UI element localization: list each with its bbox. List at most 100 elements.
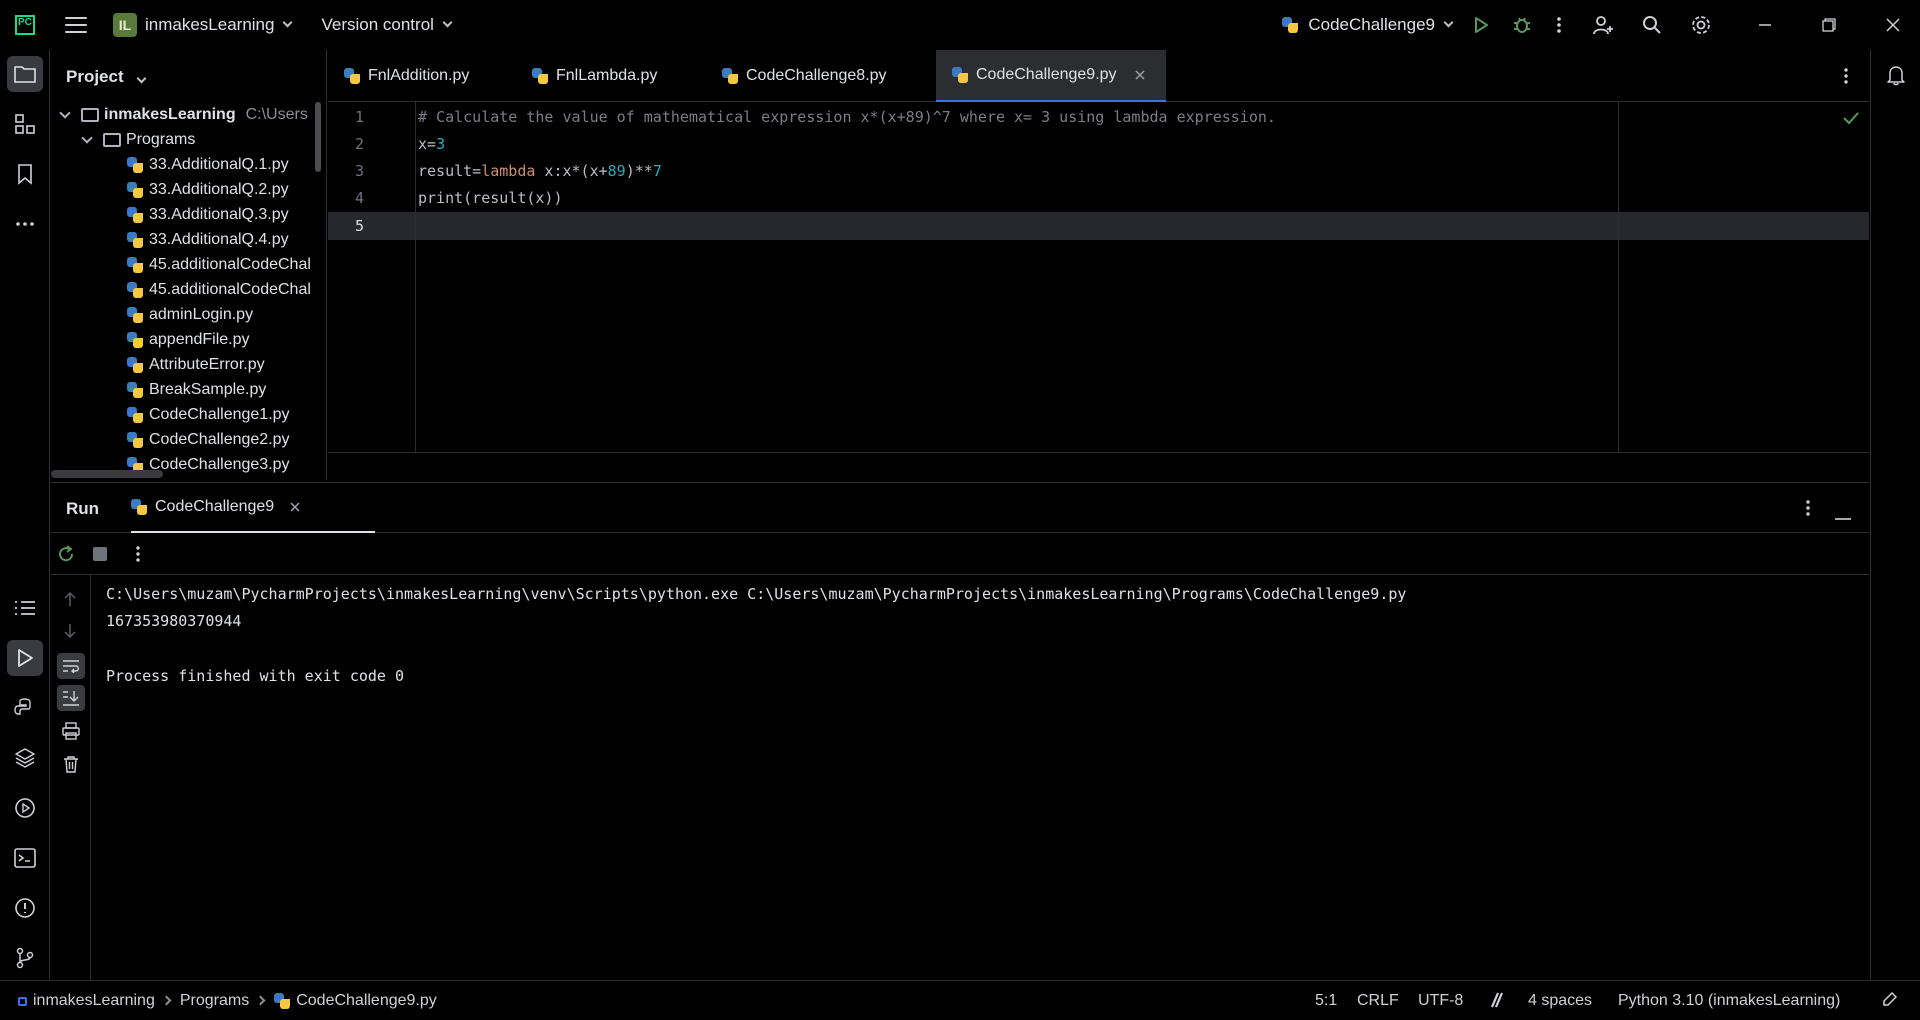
tree-file-item[interactable]: appendFile.py <box>127 328 250 352</box>
editor-tabs: FnlAddition.py FnlLambda.py CodeChalleng… <box>328 50 1869 102</box>
code-comment: # Calculate the value of mathematical ex… <box>418 108 1276 126</box>
tabs-more-button[interactable] <box>1843 67 1849 90</box>
rerun-button[interactable] <box>57 545 75 568</box>
breadcrumb-folder[interactable]: Programs <box>180 992 249 1010</box>
tree-folder-programs[interactable]: Programs <box>81 128 195 152</box>
root-folder-name: inmakesLearning <box>104 106 236 123</box>
tree-file-item[interactable]: CodeChallenge1.py <box>127 403 290 427</box>
run-button[interactable] <box>1472 0 1490 50</box>
right-tool-strip <box>1870 50 1920 980</box>
code-editor[interactable]: 1 2 3 4 5 # Calculate the value of mathe… <box>328 102 1869 482</box>
close-window-button[interactable] <box>1886 0 1900 50</box>
run-icon <box>18 649 33 667</box>
bookmarks-tool-button[interactable] <box>7 156 43 192</box>
breadcrumb-project[interactable]: inmakesLearning <box>33 992 155 1010</box>
project-tool-button[interactable] <box>7 56 43 92</box>
module-icon <box>18 996 27 1006</box>
run-tab-codechallenge9[interactable]: CodeChallenge9 <box>131 483 375 533</box>
minimize-icon <box>1759 24 1771 26</box>
code-with-me-button[interactable] <box>1592 0 1614 50</box>
tree-vertical-scrollbar[interactable] <box>315 102 321 172</box>
code-keyword: lambda <box>481 162 536 180</box>
tree-horizontal-scrollbar[interactable] <box>51 470 163 478</box>
tree-file-label: 33.AdditionalQ.2.py <box>149 181 289 198</box>
scroll-to-end-button[interactable] <box>57 685 85 711</box>
tree-file-item[interactable]: 33.AdditionalQ.4.py <box>127 228 289 252</box>
services-tool-button[interactable] <box>7 790 43 826</box>
close-icon <box>1886 18 1900 32</box>
tab-codechallenge9[interactable]: CodeChallenge9.py <box>936 50 1166 102</box>
caret-position[interactable]: 5:1 <box>1315 992 1337 1010</box>
run-tool-button[interactable] <box>7 640 43 676</box>
problems-tool-button[interactable] <box>7 890 43 926</box>
main-menu-icon[interactable] <box>65 17 87 33</box>
print-button[interactable] <box>62 722 80 745</box>
scroll-down-button[interactable] <box>63 623 77 644</box>
breadcrumb-file[interactable]: CodeChallenge9.py <box>296 992 437 1010</box>
project-panel-title-label: Project <box>66 67 124 86</box>
bell-icon <box>1887 66 1905 86</box>
tree-file-item[interactable]: 45.additionalCodeChal <box>127 253 311 277</box>
tree-file-label: 33.AdditionalQ.1.py <box>149 156 289 173</box>
gear-icon <box>1692 16 1710 34</box>
restore-button[interactable] <box>1822 0 1836 50</box>
inspection-ok-icon[interactable] <box>1843 110 1859 129</box>
project-badge: IL <box>113 13 137 37</box>
python-interpreter[interactable]: Python 3.10 (inmakesLearning) <box>1618 992 1840 1010</box>
file-encoding[interactable]: UTF-8 <box>1418 992 1463 1010</box>
tree-root[interactable]: inmakesLearning C:\Users <box>59 103 308 127</box>
more-vertical-icon <box>1806 500 1810 516</box>
tree-file-item[interactable]: 33.AdditionalQ.3.py <box>127 203 289 227</box>
debug-button[interactable] <box>1512 0 1532 50</box>
bookmark-icon <box>18 164 32 185</box>
minimize-button[interactable] <box>1758 0 1772 50</box>
pycharm-logo-icon[interactable] <box>15 15 35 35</box>
more-tools-button[interactable] <box>7 206 43 242</box>
close-tab-icon[interactable] <box>290 502 300 512</box>
run-toolbar-more-button[interactable] <box>135 545 141 568</box>
tree-file-item[interactable]: BreakSample.py <box>127 378 266 402</box>
console-line: C:\Users\muzam\PycharmProjects\inmakesLe… <box>106 585 1407 603</box>
run-config-selector[interactable]: CodeChallenge9 <box>1282 0 1454 50</box>
close-tab-icon[interactable] <box>1135 70 1145 80</box>
scroll-up-button[interactable] <box>63 591 77 612</box>
more-actions-button[interactable] <box>1556 0 1562 50</box>
editorconfig-icon[interactable] <box>1488 991 1504 1014</box>
version-control-menu[interactable]: Version control <box>313 0 453 50</box>
tree-file-item[interactable]: 33.AdditionalQ.2.py <box>127 178 289 202</box>
soft-wrap-button[interactable] <box>57 653 85 679</box>
stop-icon[interactable] <box>93 547 107 561</box>
terminal-tool-button[interactable] <box>7 840 43 876</box>
python-file-icon <box>127 407 143 423</box>
tree-file-item[interactable]: AttributeError.py <box>127 353 265 377</box>
run-config-label: CodeChallenge9 <box>1308 15 1435 34</box>
root-folder-path: C:\Users <box>245 106 308 123</box>
python-console-button[interactable] <box>7 690 43 726</box>
line-separator[interactable]: CRLF <box>1357 992 1399 1010</box>
tree-file-item[interactable]: 45.additionalCodeChal <box>127 278 311 302</box>
search-button[interactable] <box>1642 0 1662 50</box>
project-panel-title[interactable]: Project <box>66 67 147 87</box>
python-packages-button[interactable] <box>7 740 43 776</box>
tree-file-item[interactable]: 33.AdditionalQ.1.py <box>127 153 289 177</box>
notifications-button[interactable] <box>1886 64 1906 91</box>
tab-codechallenge8[interactable]: CodeChallenge8.py <box>722 50 932 102</box>
structure-tool-button[interactable] <box>7 106 43 142</box>
breadcrumb: inmakesLearning Programs CodeChallenge9.… <box>18 992 437 1010</box>
indent-settings[interactable]: 4 spaces <box>1528 992 1592 1010</box>
git-tool-button[interactable] <box>7 940 43 976</box>
tree-file-item[interactable]: CodeChallenge2.py <box>127 428 290 452</box>
settings-button[interactable] <box>1690 0 1712 50</box>
tree-file-item[interactable]: adminLogin.py <box>127 303 253 327</box>
clear-console-button[interactable] <box>63 755 79 778</box>
expand-arrow-icon <box>59 107 71 119</box>
tab-fnllambda[interactable]: FnlLambda.py <box>524 50 694 102</box>
hide-panel-button[interactable] <box>1835 507 1851 525</box>
python-file-icon <box>127 232 143 248</box>
project-switcher[interactable]: IL inmakesLearning <box>87 0 293 50</box>
readonly-toggle[interactable] <box>1882 991 1898 1012</box>
todo-tool-button[interactable] <box>7 590 43 626</box>
tab-fnladdition[interactable]: FnlAddition.py <box>328 50 518 102</box>
run-panel-more-button[interactable] <box>1805 499 1811 522</box>
tree-file-label: CodeChallenge3.py <box>149 456 290 473</box>
